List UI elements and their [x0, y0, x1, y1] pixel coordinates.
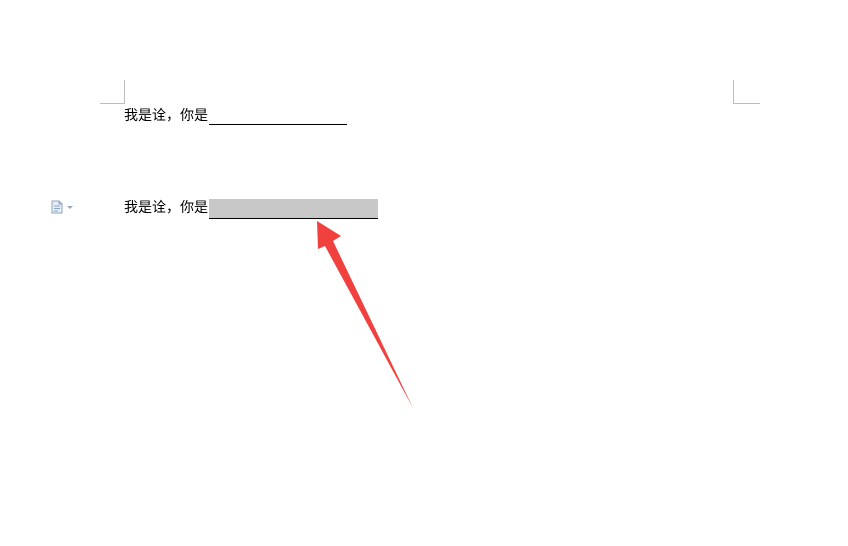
- margin-corner-top-right: [733, 80, 734, 104]
- paste-options-icon[interactable]: [51, 200, 63, 214]
- paragraph-line-2[interactable]: 我是诠，你是: [124, 197, 378, 219]
- line-1-text[interactable]: 我是诠，你是: [124, 105, 208, 125]
- underline-blank-1[interactable]: [209, 108, 347, 125]
- selected-underline-blank[interactable]: [209, 199, 378, 219]
- margin-corner-top-left: [124, 80, 125, 104]
- document-page[interactable]: 我是诠，你是 我是诠，你是: [0, 0, 848, 546]
- margin-corner-top-right-horizontal: [733, 103, 760, 104]
- chevron-down-icon[interactable]: [67, 205, 73, 209]
- arrow-shape: [317, 221, 413, 408]
- paragraph-line-1[interactable]: 我是诠，你是: [124, 105, 347, 125]
- line-2-text[interactable]: 我是诠，你是: [124, 197, 208, 217]
- paste-options-button[interactable]: [51, 198, 81, 216]
- annotation-arrow: [317, 221, 413, 408]
- margin-corner-top-left-horizontal: [100, 103, 125, 104]
